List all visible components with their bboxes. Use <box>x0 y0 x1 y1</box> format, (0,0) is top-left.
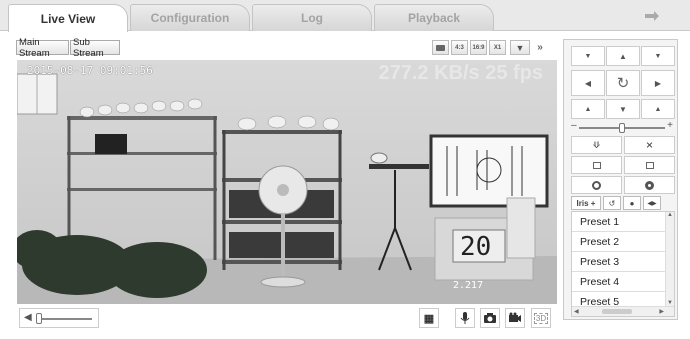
preset-item[interactable]: Preset 1 <box>572 212 667 232</box>
arrow-up-right-icon: ▲ <box>654 105 662 113</box>
ratio-4-3-button[interactable]: 4:3 <box>451 40 468 55</box>
microphone-button[interactable] <box>455 308 475 328</box>
ptz-auto-scan-button[interactable]: ↻ <box>606 70 640 96</box>
tab-log[interactable]: Log <box>252 4 372 31</box>
scroll-left-icon: ◀ <box>574 309 579 315</box>
patrol-icon: ↺ <box>608 198 616 208</box>
arrow-left-icon: ◀ <box>584 78 592 88</box>
ptz-toggle-button[interactable]: ▼ <box>510 40 530 55</box>
video-bitrate-fps: 277.2 KB/s 25 fps <box>378 62 543 84</box>
ptz-icon: ▼ <box>515 42 525 53</box>
volume-slider-handle[interactable] <box>36 313 42 324</box>
arrow-down-icon: ▼ <box>619 104 627 114</box>
tab-playback[interactable]: Playback <box>374 4 494 31</box>
ptz-function-tabs: Iris + ↺ ● ◀▶ <box>571 196 675 210</box>
zoom-out-button[interactable]: ⨯ <box>624 136 675 154</box>
focus-near-button[interactable] <box>571 156 622 174</box>
minus-icon: – <box>571 120 577 131</box>
zoom-in-button[interactable]: ⟱ <box>571 136 622 154</box>
camera-scene <box>17 60 557 304</box>
film-icon <box>436 44 445 51</box>
ptz-left-button[interactable]: ◀ <box>571 70 605 96</box>
tab-label: Live View <box>40 11 96 26</box>
ptz-down-left-button[interactable]: ▲ <box>571 99 605 119</box>
volume-slider-track[interactable] <box>36 318 92 320</box>
double-chevron-right-icon: » <box>537 42 543 53</box>
focus-far-button[interactable] <box>624 156 675 174</box>
ptz-up-button[interactable]: ▲ <box>606 46 640 66</box>
preset-vertical-scrollbar[interactable]: ▲ ▼ <box>665 212 674 306</box>
rotate-icon: ↻ <box>616 75 630 92</box>
iris-open-icon <box>592 180 601 190</box>
pattern-icon: ◀▶ <box>647 200 657 207</box>
snapshot-button[interactable] <box>480 308 500 328</box>
scroll-up-icon: ▲ <box>667 212 673 218</box>
video-toolbar: Main Stream Sub Stream 4:3 16:9 X1 ▼ » <box>10 36 558 59</box>
sub-stream-button[interactable]: Sub Stream <box>70 37 120 59</box>
arrow-down-right-icon: ▼ <box>654 52 662 60</box>
preset-item[interactable]: Preset 2 <box>572 232 667 252</box>
tab-preset[interactable]: ● <box>623 196 641 210</box>
iris-close-icon <box>645 180 654 190</box>
ptz-right-button[interactable]: ▶ <box>641 70 675 96</box>
preset-item[interactable]: Preset 3 <box>572 252 667 272</box>
scene-corner-number: 2.217 <box>453 280 484 291</box>
tab-patrol[interactable]: ↺ <box>603 196 621 210</box>
tab-label: Configuration <box>150 11 230 25</box>
arrow-up-icon: ▲ <box>619 51 627 61</box>
ptz-down-button[interactable]: ▼ <box>606 99 640 119</box>
tab-configuration[interactable]: Configuration <box>130 4 250 31</box>
ptz-speed-slider[interactable]: – + <box>571 120 673 133</box>
tab-iris-tooltip[interactable]: Iris + <box>571 196 601 210</box>
ptz-down-right-button[interactable]: ▲ <box>641 99 675 119</box>
ratio-x1-button[interactable]: X1 <box>489 40 506 55</box>
tab-label: Playback <box>407 11 461 25</box>
zoom-in-icon: ⟱ <box>592 139 601 150</box>
live-view-area: Main Stream Sub Stream 4:3 16:9 X1 ▼ » 2… <box>10 36 558 331</box>
ratio-16-9-button[interactable]: 16:9 <box>470 40 487 55</box>
slider-handle[interactable] <box>619 123 625 133</box>
main-stream-button[interactable]: Main Stream <box>16 37 69 59</box>
camera-icon <box>484 313 496 323</box>
video-bottom-bar: ◀ ▦ 3D <box>17 306 557 330</box>
tab-pattern[interactable]: ◀▶ <box>643 196 661 210</box>
live-video[interactable]: 2015-08-17 09:01:56 277.2 KB/s 25 fps 20… <box>17 60 557 304</box>
preset-list: Preset 1 Preset 2 Preset 3 Preset 4 Pres… <box>571 211 675 317</box>
tab-live-view[interactable]: Live View <box>8 4 128 32</box>
ptz-up-right-button[interactable]: ▼ <box>641 46 675 66</box>
collapse-panel-button[interactable]: » <box>532 40 548 55</box>
scroll-thumb[interactable] <box>602 309 632 314</box>
zoom-box-icon: 3D <box>533 312 549 324</box>
arrow-down-left-icon: ▼ <box>584 52 592 60</box>
grid-icon: ▦ <box>423 312 435 325</box>
microphone-icon <box>460 312 470 324</box>
scroll-right-icon: ▶ <box>659 309 664 315</box>
video-camera-icon <box>509 312 521 322</box>
original-ratio-button[interactable] <box>432 40 449 55</box>
preset-horizontal-scrollbar[interactable]: ◀ ▶ <box>572 306 674 316</box>
logout-arrow-icon[interactable] <box>642 8 662 24</box>
ptz-control-panel: ▼ ▲ ▼ ◀ ↻ ▶ ▲ ▼ ▲ – + ⟱ ⨯ Iris + ↺ ● ◀▶ … <box>563 39 678 320</box>
focus-far-icon <box>645 161 654 169</box>
iris-open-button[interactable] <box>571 176 622 194</box>
arrow-up-left-icon: ▲ <box>584 105 592 113</box>
focus-near-icon <box>592 161 601 169</box>
record-button[interactable] <box>505 308 525 328</box>
plus-icon: + <box>667 120 673 131</box>
scene-sign-number: 20 <box>460 232 492 262</box>
arrow-right-icon: ▶ <box>654 78 662 88</box>
iris-close-button[interactable] <box>624 176 675 194</box>
ptz-up-left-button[interactable]: ▼ <box>571 46 605 66</box>
zoom-out-icon: ⨯ <box>645 139 654 150</box>
pin-icon: ● <box>629 198 635 208</box>
video-timestamp: 2015-08-17 09:01:56 <box>27 64 153 77</box>
preset-item[interactable]: Preset 4 <box>572 272 667 292</box>
digital-zoom-button[interactable]: 3D <box>531 308 551 328</box>
playback-control-button[interactable]: ▦ <box>419 308 439 328</box>
tab-label: Log <box>301 11 323 25</box>
speaker-icon: ◀ <box>24 312 32 323</box>
volume-control[interactable]: ◀ <box>19 308 99 328</box>
main-tab-bar: Live View Configuration Log Playback <box>0 0 690 32</box>
